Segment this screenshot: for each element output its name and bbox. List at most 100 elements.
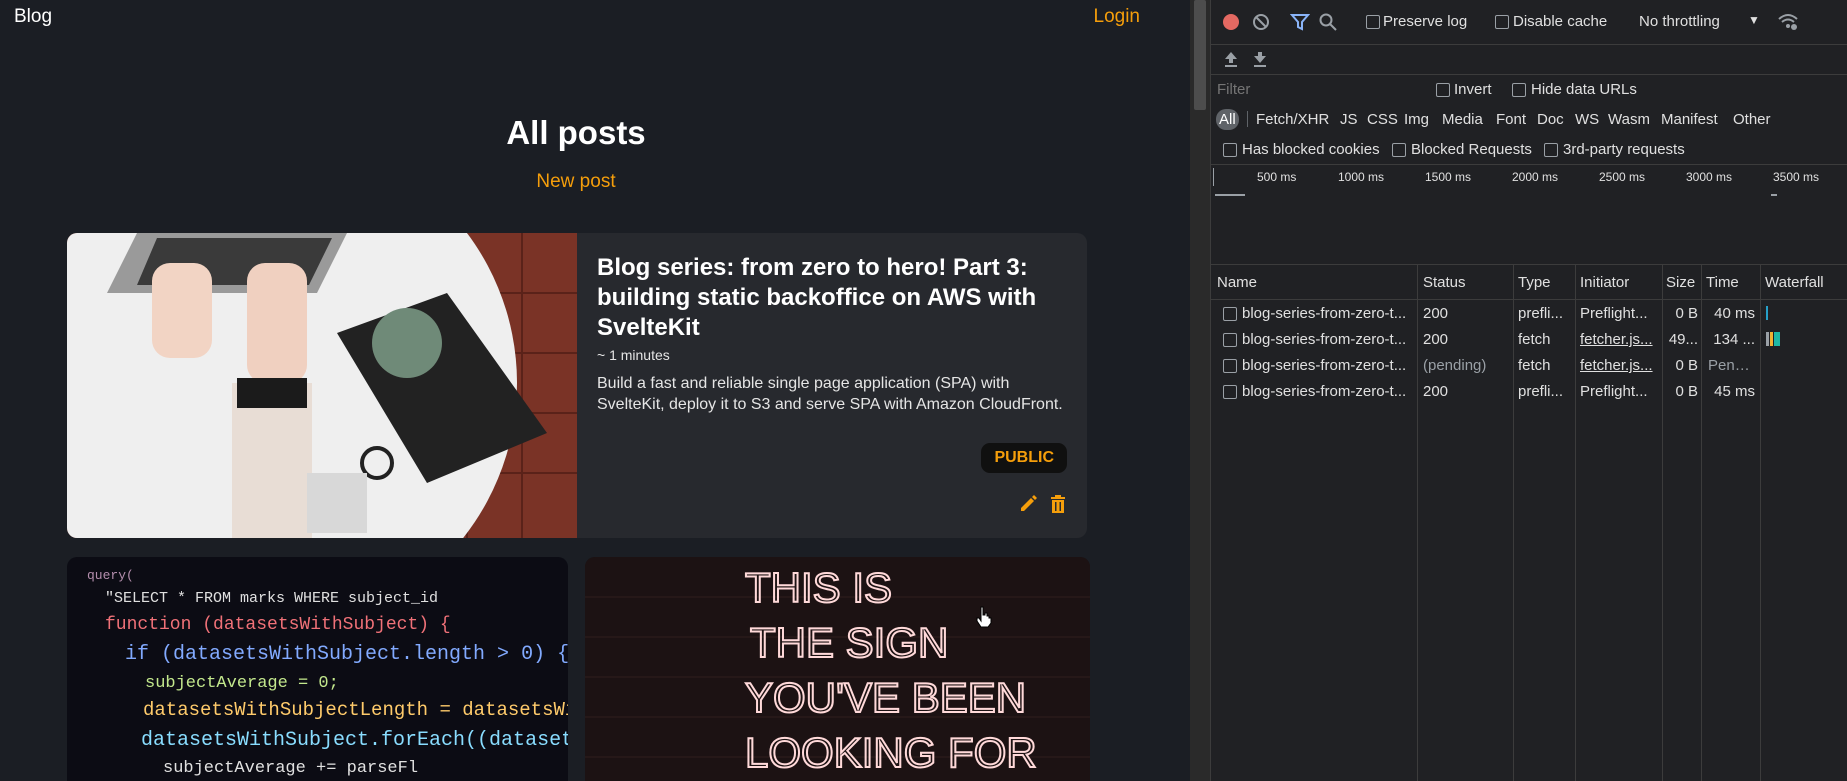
row-checkbox[interactable] bbox=[1223, 359, 1237, 373]
waterfall-bar bbox=[1766, 306, 1768, 320]
trash-icon[interactable] bbox=[1049, 495, 1069, 515]
waterfall-bar bbox=[1774, 332, 1780, 346]
type-filter-wasm[interactable]: Wasm bbox=[1605, 109, 1653, 130]
code-line: if (datasetsWithSubject.length > 0) { bbox=[125, 643, 568, 666]
overview-request-bar bbox=[1771, 194, 1777, 196]
column-header-size[interactable]: Size bbox=[1666, 274, 1695, 291]
request-time: 134 ... bbox=[1713, 331, 1755, 348]
type-filter-other[interactable]: Other bbox=[1730, 109, 1774, 130]
request-name[interactable]: blog-series-from-zero-t... bbox=[1242, 305, 1414, 322]
request-name[interactable]: blog-series-from-zero-t... bbox=[1242, 357, 1414, 374]
page-title: All posts bbox=[506, 114, 646, 151]
type-filter-css[interactable]: CSS bbox=[1364, 109, 1401, 130]
column-header-waterfall[interactable]: Waterfall bbox=[1765, 274, 1824, 291]
table-row[interactable]: blog-series-from-zero-t... 200 prefli...… bbox=[1211, 378, 1847, 404]
hand-cursor-icon bbox=[976, 606, 992, 633]
timeline-overview[interactable]: 500 ms 1000 ms 1500 ms 2000 ms 2500 ms 3… bbox=[1211, 164, 1847, 265]
type-filter-fetch-xhr[interactable]: Fetch/XHR bbox=[1253, 109, 1332, 130]
record-icon[interactable] bbox=[1221, 12, 1241, 32]
has-blocked-cookies-label: Has blocked cookies bbox=[1242, 141, 1380, 158]
type-filter-ws[interactable]: WS bbox=[1572, 109, 1602, 130]
code-line: datasetsWithSubject.forEach((dataset) =>… bbox=[141, 729, 568, 752]
request-status: 200 bbox=[1423, 331, 1449, 348]
type-filter-all[interactable]: All bbox=[1216, 109, 1239, 130]
column-header-name[interactable]: Name bbox=[1217, 274, 1257, 291]
overview-start-marker bbox=[1213, 168, 1214, 186]
request-name[interactable]: blog-series-from-zero-t... bbox=[1242, 331, 1414, 348]
request-status: 200 bbox=[1423, 305, 1449, 322]
chevron-down-icon[interactable]: ▼ bbox=[1748, 13, 1760, 27]
blocked-filters: Has blocked cookies Blocked Requests 3rd… bbox=[1211, 134, 1847, 165]
request-initiator-link[interactable]: fetcher.js... bbox=[1580, 357, 1660, 374]
network-conditions-icon[interactable] bbox=[1777, 11, 1799, 33]
post-card-code-image[interactable]: query( "SELECT * FROM marks WHERE subjec… bbox=[67, 557, 568, 781]
type-filter-img[interactable]: Img bbox=[1401, 109, 1432, 130]
invert-checkbox[interactable] bbox=[1436, 83, 1450, 97]
request-initiator: Preflight... bbox=[1580, 383, 1648, 400]
has-blocked-cookies-checkbox[interactable] bbox=[1223, 143, 1237, 157]
new-post-link: New post bbox=[0, 171, 1152, 193]
filter-icon[interactable] bbox=[1289, 12, 1311, 32]
post-description: Build a fast and reliable single page ap… bbox=[597, 375, 1063, 413]
hide-data-urls-label: Hide data URLs bbox=[1531, 81, 1637, 98]
upload-icon[interactable] bbox=[1222, 50, 1240, 68]
waterfall-bar bbox=[1770, 332, 1773, 346]
blocked-requests-checkbox[interactable] bbox=[1392, 143, 1406, 157]
code-line: query( bbox=[87, 568, 134, 583]
table-row[interactable]: blog-series-from-zero-t... (pending) fet… bbox=[1211, 352, 1847, 378]
request-time: 40 ms bbox=[1714, 305, 1755, 322]
scrollbar-thumb[interactable] bbox=[1194, 0, 1206, 110]
clear-icon[interactable] bbox=[1251, 12, 1271, 32]
page-scrollbar[interactable] bbox=[1190, 0, 1210, 781]
table-row[interactable]: blog-series-from-zero-t... 200 fetch fet… bbox=[1211, 326, 1847, 352]
login-link[interactable]: Login bbox=[1094, 6, 1141, 28]
request-initiator-link[interactable]: fetcher.js... bbox=[1580, 331, 1660, 348]
row-checkbox[interactable] bbox=[1223, 333, 1237, 347]
post-card-sign-image[interactable]: THIS IS THE SIGN YOU'VE BEEN LOOKING FOR bbox=[585, 557, 1090, 781]
post-title[interactable]: Blog series: from zero to hero! Part 3: … bbox=[597, 253, 1067, 343]
type-filter-manifest[interactable]: Manifest bbox=[1658, 109, 1721, 130]
column-header-status[interactable]: Status bbox=[1423, 274, 1466, 291]
table-row[interactable]: blog-series-from-zero-t... 200 prefli...… bbox=[1211, 300, 1847, 326]
sign-line: LOOKING FOR bbox=[745, 729, 1037, 776]
brand-link[interactable]: Blog bbox=[14, 6, 52, 28]
code-line: datasetsWithSubjectLength = datasetsWith… bbox=[143, 699, 568, 721]
preserve-log-checkbox[interactable] bbox=[1366, 15, 1380, 29]
request-name[interactable]: blog-series-from-zero-t... bbox=[1242, 383, 1414, 400]
request-type: fetch bbox=[1518, 357, 1551, 374]
sign-line: YOU'VE BEEN bbox=[745, 674, 1026, 721]
timeline-tick: 500 ms bbox=[1257, 170, 1297, 184]
resource-type-filters: All Fetch/XHR JS CSS Img Media Font Doc … bbox=[1211, 104, 1847, 134]
request-status: (pending) bbox=[1423, 357, 1487, 374]
search-icon[interactable] bbox=[1318, 12, 1338, 32]
devtools-network-panel: Preserve log Disable cache No throttling… bbox=[1210, 0, 1847, 781]
type-filter-media[interactable]: Media bbox=[1439, 109, 1486, 130]
type-filter-doc[interactable]: Doc bbox=[1534, 109, 1567, 130]
timeline-tick: 2000 ms bbox=[1512, 170, 1559, 184]
column-header-type[interactable]: Type bbox=[1518, 274, 1551, 291]
hide-data-urls-checkbox[interactable] bbox=[1512, 83, 1526, 97]
filter-input[interactable] bbox=[1215, 78, 1429, 100]
post-card[interactable]: Blog series: from zero to hero! Part 3: … bbox=[67, 233, 1087, 538]
column-header-time[interactable]: Time bbox=[1706, 274, 1739, 291]
timeline-tick: 2500 ms bbox=[1599, 170, 1646, 184]
code-line: "SELECT * FROM marks WHERE subject_id bbox=[105, 590, 438, 607]
download-icon[interactable] bbox=[1251, 50, 1269, 68]
request-time: 45 ms bbox=[1714, 383, 1755, 400]
sign-line: THE SIGN bbox=[750, 619, 948, 666]
pencil-icon[interactable] bbox=[1019, 495, 1039, 515]
row-checkbox[interactable] bbox=[1223, 307, 1237, 321]
third-party-checkbox[interactable] bbox=[1544, 143, 1558, 157]
disable-cache-checkbox[interactable] bbox=[1495, 15, 1509, 29]
throttling-select[interactable]: No throttling bbox=[1639, 13, 1720, 30]
column-header-initiator[interactable]: Initiator bbox=[1580, 274, 1629, 291]
request-status: 200 bbox=[1423, 383, 1449, 400]
row-checkbox[interactable] bbox=[1223, 385, 1237, 399]
type-filter-js[interactable]: JS bbox=[1337, 109, 1361, 130]
new-post-label[interactable]: New post bbox=[536, 171, 615, 192]
invert-label: Invert bbox=[1454, 81, 1492, 98]
sign-line: THIS IS bbox=[745, 564, 892, 611]
type-filter-font[interactable]: Font bbox=[1493, 109, 1529, 130]
table-header: Name Status Type Initiator Size Time Wat… bbox=[1211, 265, 1847, 300]
request-size: 0 B bbox=[1675, 305, 1698, 322]
